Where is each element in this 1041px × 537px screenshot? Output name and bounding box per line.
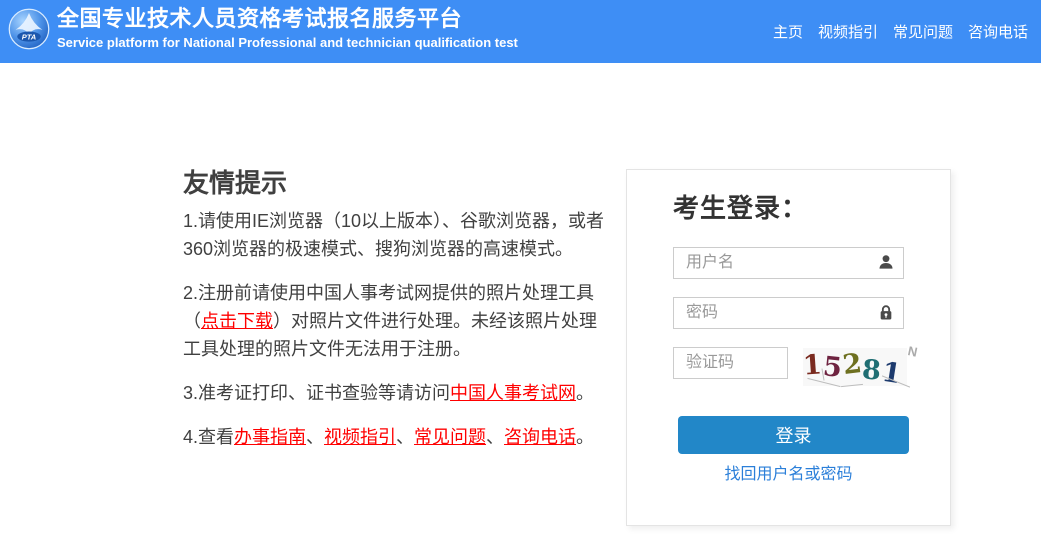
download-link[interactable]: 点击下载 bbox=[201, 311, 273, 331]
page: PTA 全国专业技术人员资格考试报名服务平台 Service platform … bbox=[0, 0, 1041, 537]
tip-2: 2.注册前请使用中国人事考试网提供的照片处理工具（点击下载）对照片文件进行处理。… bbox=[183, 279, 607, 363]
captcha-noise-line bbox=[841, 384, 863, 387]
lock-icon bbox=[876, 303, 896, 323]
nav-link-video-guide[interactable]: 视频指引 bbox=[818, 21, 878, 42]
site-title: 全国专业技术人员资格考试报名服务平台 bbox=[57, 4, 518, 34]
nav-link-home[interactable]: 主页 bbox=[773, 21, 803, 42]
header-nav: 主页视频指引常见问题咨询电话 bbox=[773, 0, 1028, 63]
user-icon bbox=[876, 253, 896, 273]
forgot-credentials-link[interactable]: 找回用户名或密码 bbox=[627, 460, 950, 484]
login-heading: 考生登录： bbox=[673, 188, 808, 225]
site-subtitle: Service platform for National Profession… bbox=[57, 36, 518, 50]
captcha-digit: 1 bbox=[879, 355, 903, 393]
tip-text: 。 bbox=[576, 383, 594, 403]
tip-text: 、 bbox=[306, 427, 324, 447]
header: PTA 全国专业技术人员资格考试报名服务平台 Service platform … bbox=[0, 0, 1041, 63]
header-titles: 全国专业技术人员资格考试报名服务平台 Service platform for … bbox=[57, 4, 518, 50]
tip-text: 、 bbox=[486, 427, 504, 447]
tips-list: 1.请使用IE浏览器（10以上版本）、谷歌浏览器，或者360浏览器的极速模式、搜… bbox=[183, 207, 607, 467]
password-field-wrap bbox=[673, 297, 904, 329]
username-field-wrap bbox=[673, 247, 904, 279]
svg-text:PTA: PTA bbox=[22, 33, 37, 42]
tip-text: 、 bbox=[396, 427, 414, 447]
tip-1: 1.请使用IE浏览器（10以上版本）、谷歌浏览器，或者360浏览器的极速模式、搜… bbox=[183, 207, 607, 263]
captcha-noise-char: N bbox=[906, 343, 918, 360]
captcha-digit: 2 bbox=[840, 346, 863, 384]
tip-text: 4.查看 bbox=[183, 427, 234, 447]
captcha-code: 15281 bbox=[803, 361, 902, 378]
nav-link-contact-phone[interactable]: 咨询电话 bbox=[968, 21, 1028, 42]
captcha-image[interactable]: 15281 N bbox=[803, 348, 907, 386]
username-input[interactable] bbox=[673, 247, 904, 279]
contact-phone-link[interactable]: 咨询电话 bbox=[504, 427, 576, 447]
login-card: 考生登录： 15281 N 登录 bbox=[626, 169, 951, 526]
tips-heading: 友情提示 bbox=[183, 163, 287, 200]
captcha-input[interactable] bbox=[673, 347, 788, 379]
tip-text: 1.请使用IE浏览器（10以上版本）、谷歌浏览器，或者360浏览器的极速模式、搜… bbox=[183, 211, 604, 259]
tip-text: 3.准考证打印、证书查验等请访问 bbox=[183, 383, 450, 403]
video-guide-link[interactable]: 视频指引 bbox=[324, 427, 396, 447]
tip-3: 3.准考证打印、证书查验等请访问中国人事考试网。 bbox=[183, 379, 607, 407]
tip-text: 。 bbox=[576, 427, 594, 447]
cpta-site-link[interactable]: 中国人事考试网 bbox=[450, 383, 576, 403]
login-button[interactable]: 登录 bbox=[678, 416, 909, 454]
tip-4: 4.查看办事指南、视频指引、常见问题、咨询电话。 bbox=[183, 423, 607, 451]
nav-link-faq[interactable]: 常见问题 bbox=[893, 21, 953, 42]
pta-logo-icon[interactable]: PTA bbox=[8, 8, 50, 50]
faq-link[interactable]: 常见问题 bbox=[414, 427, 486, 447]
password-input[interactable] bbox=[673, 297, 904, 329]
service-guide-link[interactable]: 办事指南 bbox=[234, 427, 306, 447]
